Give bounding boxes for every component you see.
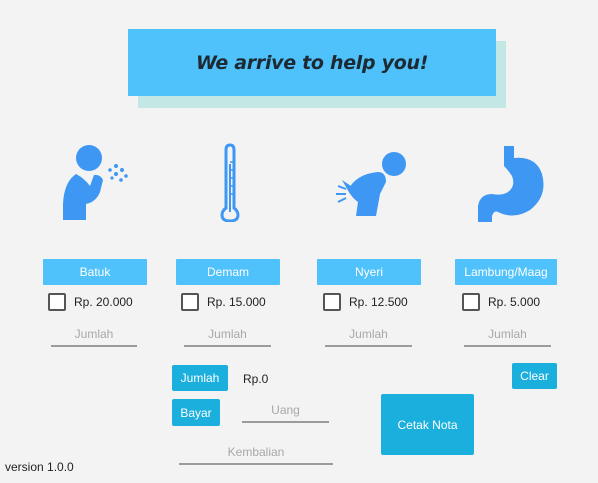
checkbox-row-nyeri[interactable]: Rp. 12.500 [323,292,408,312]
bayar-button[interactable]: Bayar [172,399,220,426]
clear-button-label: Clear [520,369,549,383]
checkbox-row-demam[interactable]: Rp. 15.000 [181,292,266,312]
thermometer-icon [194,142,266,222]
item-label: Demam [206,265,249,279]
stomach-icon [474,142,546,222]
item-label: Nyeri [354,265,383,279]
qty-input-lambung-maag[interactable]: Jumlah [464,323,551,347]
item-button-demam[interactable]: Demam [176,259,280,285]
back-pain-icon [334,146,406,226]
jumlah-button[interactable]: Jumlah [172,365,228,391]
clear-button[interactable]: Clear [512,363,557,389]
checkbox-demam[interactable] [181,293,199,311]
cetak-nota-label: Cetak Nota [397,417,458,432]
price-label: Rp. 5.000 [488,295,541,309]
total-value: Rp.0 [243,372,269,386]
qty-input-batuk[interactable]: Jumlah [51,323,137,347]
cetak-nota-button[interactable]: Cetak Nota [381,394,474,455]
price-label: Rp. 15.000 [207,295,266,309]
qty-input-demam[interactable]: Jumlah [184,323,271,347]
qty-placeholder: Jumlah [208,327,247,341]
price-label: Rp. 20.000 [74,295,133,309]
checkbox-lambung-maag[interactable] [462,293,480,311]
checkbox-nyeri[interactable] [323,293,341,311]
item-label: Batuk [79,265,111,279]
banner-title: We arrive to help you! [195,51,429,74]
kembalian-placeholder: Kembalian [227,445,285,459]
jumlah-button-label: Jumlah [180,371,220,385]
item-label: Lambung/Maag [464,265,548,279]
qty-placeholder: Jumlah [349,327,388,341]
qty-placeholder: Jumlah [74,327,114,341]
bayar-button-label: Bayar [180,405,212,420]
coughing-person-icon [56,142,128,222]
checkbox-row-batuk[interactable]: Rp. 20.000 [48,292,133,312]
price-label: Rp. 12.500 [349,295,408,309]
qty-input-nyeri[interactable]: Jumlah [325,323,412,347]
uang-input[interactable]: Uang [242,399,329,423]
qty-placeholder: Jumlah [488,327,527,341]
checkbox-row-lambung-maag[interactable]: Rp. 5.000 [462,292,540,312]
banner: We arrive to help you! [128,29,496,96]
uang-placeholder: Uang [271,403,300,417]
item-button-nyeri[interactable]: Nyeri [317,259,421,285]
checkbox-batuk[interactable] [48,293,66,311]
item-button-batuk[interactable]: Batuk [43,259,147,285]
item-button-lambung-maag[interactable]: Lambung/Maag [455,259,557,285]
version-label: version 1.0.0 [5,460,74,474]
kembalian-output: Kembalian [179,441,333,465]
